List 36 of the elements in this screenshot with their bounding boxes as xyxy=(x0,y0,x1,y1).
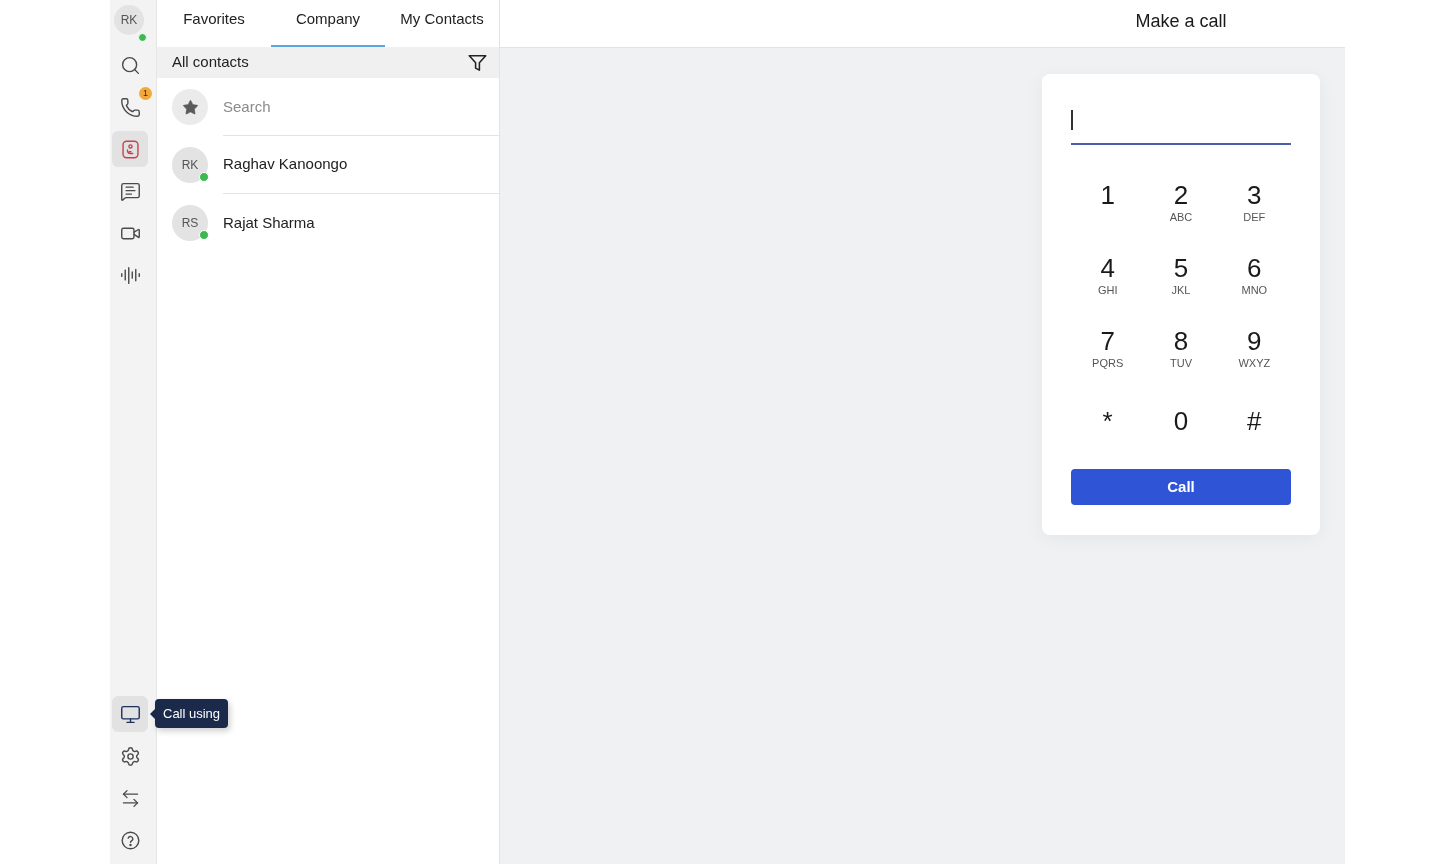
contact-name[interactable]: Rajat Sharma xyxy=(223,211,315,235)
avatar: RS xyxy=(172,205,208,241)
keypad-key[interactable]: 1 xyxy=(1085,179,1130,210)
keypad-key[interactable]: # xyxy=(1232,405,1277,436)
waveform-icon xyxy=(119,264,141,286)
filter-label: All contacts xyxy=(172,52,249,73)
tooltip: Call using xyxy=(155,699,229,728)
keypad-key[interactable]: 8 TUV xyxy=(1159,325,1203,370)
keypad-key[interactable]: 7 PQRS xyxy=(1085,325,1130,370)
keypad-key[interactable]: 5 JKL xyxy=(1159,252,1203,297)
avatar: RK xyxy=(114,5,144,35)
keypad-key[interactable]: 2 ABC xyxy=(1159,179,1203,224)
contact-name[interactable]: Raghav Kanoongo xyxy=(223,153,348,176)
call-button[interactable]: Call xyxy=(1071,469,1291,505)
filter-button[interactable] xyxy=(467,52,487,73)
contact-card-icon xyxy=(119,138,141,160)
keypad-key[interactable]: 9 WXYZ xyxy=(1232,325,1277,370)
tab[interactable]: My Contacts xyxy=(385,0,499,47)
monitor-icon xyxy=(119,703,141,725)
rail-nav-button[interactable] xyxy=(112,696,148,732)
keypad-key[interactable]: 3 DEF xyxy=(1232,179,1277,224)
chat-icon xyxy=(119,180,141,202)
funnel-icon xyxy=(467,53,487,72)
help-icon xyxy=(119,829,141,851)
settings-icon xyxy=(119,745,141,767)
notification-badge: 1 xyxy=(139,87,152,100)
search-icon xyxy=(119,54,141,76)
keypad-key[interactable]: * xyxy=(1085,405,1130,436)
keypad-key[interactable]: 4 GHI xyxy=(1085,252,1130,297)
tab[interactable]: Favorites xyxy=(157,0,271,47)
search-field[interactable]: Search xyxy=(223,78,499,136)
page-title: Make a call xyxy=(1135,9,1227,33)
keypad-key[interactable]: 0 xyxy=(1159,405,1203,436)
keypad-key[interactable]: 6 MNO xyxy=(1232,252,1277,297)
phone-icon xyxy=(119,96,141,118)
avatar: RK xyxy=(172,147,208,183)
